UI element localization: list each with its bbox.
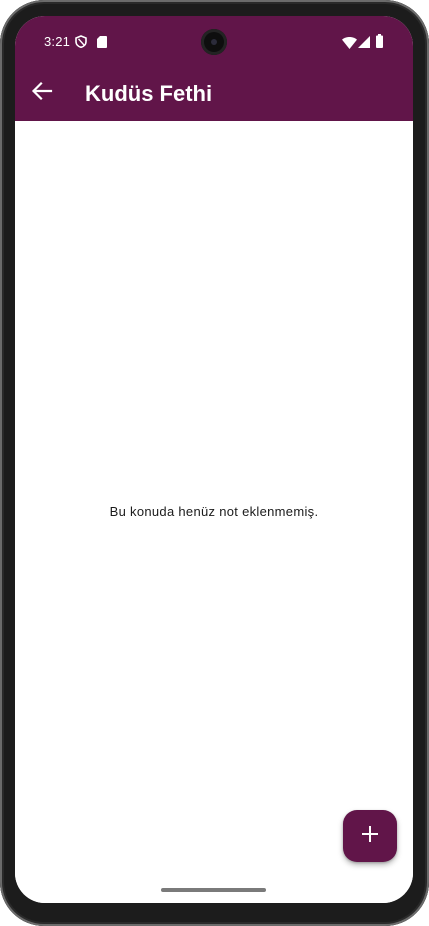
battery-icon (376, 34, 383, 48)
add-note-button[interactable] (343, 810, 397, 862)
toolbar: Kudüs Fethi (15, 68, 413, 121)
sd-card-icon (97, 35, 107, 48)
back-button[interactable] (24, 75, 60, 111)
home-indicator[interactable] (161, 888, 266, 892)
shield-icon (75, 35, 87, 49)
screen: 3:21 Kudüs Fethi Bu konuda henüz not ekl… (15, 16, 413, 903)
device-frame: 3:21 Kudüs Fethi Bu konuda henüz not ekl… (0, 0, 429, 926)
plus-icon (362, 825, 378, 847)
front-camera (201, 29, 227, 55)
empty-state-message: Bu konuda henüz not eklenmemiş. (109, 504, 319, 519)
signal-icon (358, 35, 370, 48)
status-bar: 3:21 (15, 16, 413, 68)
notes-list-area: Bu konuda henüz not eklenmemiş. (15, 121, 413, 903)
wifi-icon (342, 36, 357, 49)
page-title: Kudüs Fethi (85, 81, 213, 106)
status-time: 3:21 (44, 34, 71, 49)
arrow-back-icon (31, 80, 53, 107)
